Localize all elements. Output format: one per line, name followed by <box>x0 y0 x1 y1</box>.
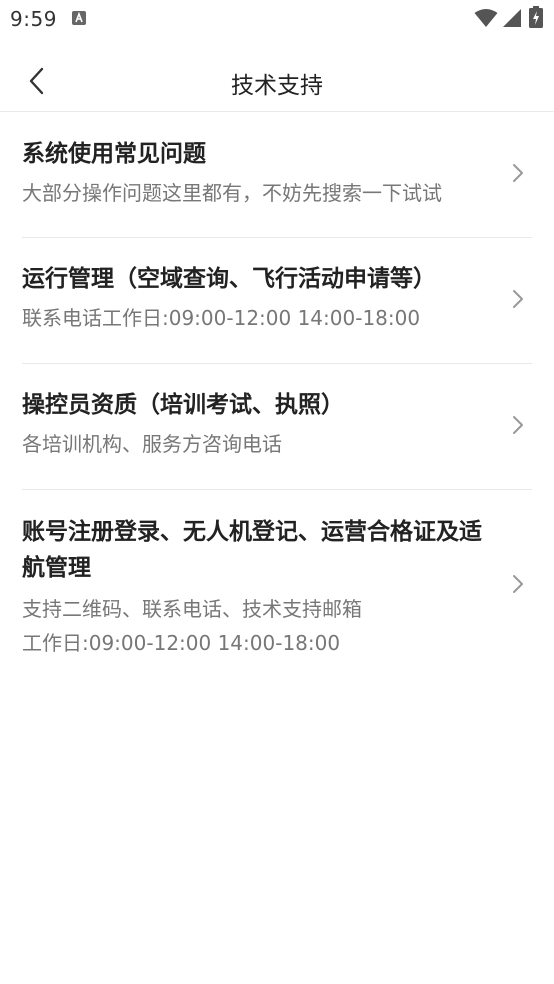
list-item-description: 工作日:09:00-12:00 14:00-18:00 <box>22 631 341 655</box>
list-item-description: 支持二维码、联系电话、技术支持邮箱 <box>22 597 362 621</box>
list-item-title: 运行管理（空域查询、飞行活动申请等） <box>22 266 436 292</box>
list-item-description: 大部分操作问题这里都有，不妨先搜索一下试试 <box>22 181 442 205</box>
list-item-title: 操控员资质（培训考试、执照） <box>22 392 344 418</box>
wifi-icon <box>474 9 498 27</box>
battery-charging-icon <box>529 6 543 28</box>
list-item-title: 账号注册登录、无人机登记、运营合格证及适航管理 <box>22 519 482 581</box>
list-item-text: 账号注册登录、无人机登记、运营合格证及适航管理 支持二维码、联系电话、技术支持邮… <box>22 490 492 660</box>
list-item-pilot-qualification[interactable]: 操控员资质（培训考试、执照） 各培训机构、服务方咨询电话 <box>22 364 532 490</box>
list-item-description: 各培训机构、服务方咨询电话 <box>22 432 282 456</box>
list-item-faq[interactable]: 系统使用常见问题 大部分操作问题这里都有，不妨先搜索一下试试 <box>22 112 532 238</box>
status-time: 9:59 <box>10 7 57 31</box>
list-item-title: 系统使用常见问题 <box>22 141 206 167</box>
page-title: 技术支持 <box>231 73 323 99</box>
list-item-text: 运行管理（空域查询、飞行活动申请等） 联系电话工作日:09:00-12:00 1… <box>22 238 492 335</box>
list-item-text: 系统使用常见问题 大部分操作问题这里都有，不妨先搜索一下试试 <box>22 112 492 210</box>
list-item-account-registration[interactable]: 账号注册登录、无人机登记、运营合格证及适航管理 支持二维码、联系电话、技术支持邮… <box>22 490 532 676</box>
app-header: 技术支持 <box>0 50 554 112</box>
list-item-description: 联系电话工作日:09:00-12:00 14:00-18:00 <box>22 306 421 330</box>
a-notification-icon <box>72 11 86 25</box>
status-bar: 9:59 <box>0 0 554 38</box>
cell-signal-icon <box>503 9 521 27</box>
chevron-right-icon <box>513 290 523 308</box>
list-item-text: 操控员资质（培训考试、执照） 各培训机构、服务方咨询电话 <box>22 364 492 461</box>
chevron-right-icon <box>513 164 523 182</box>
chevron-right-icon <box>513 575 523 593</box>
list-item-operations[interactable]: 运行管理（空域查询、飞行活动申请等） 联系电话工作日:09:00-12:00 1… <box>22 238 532 364</box>
chevron-right-icon <box>513 416 523 434</box>
support-list: 系统使用常见问题 大部分操作问题这里都有，不妨先搜索一下试试 运行管理（空域查询… <box>0 112 554 676</box>
